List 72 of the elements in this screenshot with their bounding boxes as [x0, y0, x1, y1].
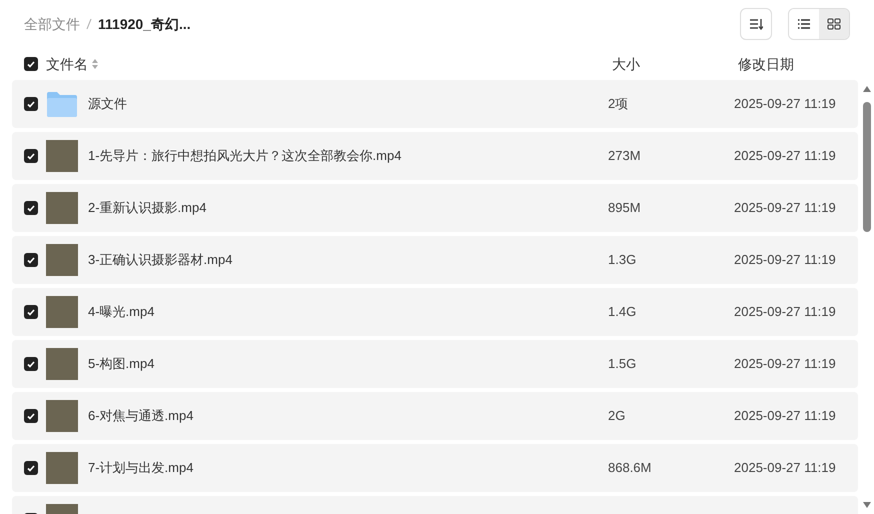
file-row[interactable]: 4-曝光.mp4 1.4G 2025-09-27 11:19 — [12, 288, 858, 336]
modified-date: 2025-09-27 11:19 — [734, 355, 836, 374]
video-thumbnail — [46, 452, 78, 484]
file-size: 273M — [608, 147, 641, 166]
file-size: 2项 — [608, 95, 628, 114]
video-thumbnail — [46, 140, 78, 172]
checkbox[interactable] — [24, 201, 38, 215]
video-thumbnail — [46, 400, 78, 432]
modified-date: 2025-09-27 11:19 — [734, 95, 836, 114]
modified-date: 2025-09-27 11:19 — [734, 303, 836, 322]
checkbox[interactable] — [24, 149, 38, 163]
video-thumbnail — [46, 192, 78, 224]
video-thumbnail — [46, 296, 78, 328]
grid-view-icon — [827, 18, 841, 30]
column-header[interactable]: 文件名 — [46, 54, 88, 74]
sort-button[interactable] — [740, 8, 772, 40]
file-name[interactable]: 3-正确认识摄影器材.mp4 — [88, 250, 232, 270]
video-thumbnail — [46, 348, 78, 380]
checkmark-icon — [27, 464, 35, 472]
modified-date: 2025-09-27 11:19 — [734, 147, 836, 166]
folder-icon — [46, 90, 78, 118]
file-row[interactable]: 6-对焦与通透.mp4 2G 2025-09-27 11:19 — [12, 392, 858, 440]
breadcrumb-separator-icon — [86, 18, 92, 30]
file-row[interactable]: 源文件 2项 2025-09-27 11:19 — [12, 80, 858, 128]
checkbox[interactable] — [24, 253, 38, 267]
modified-date: 2025-09-27 11:19 — [734, 199, 836, 218]
file-name[interactable]: 1-先导片：旅行中想拍风光大片？这次全部教会你.mp4 — [88, 146, 402, 166]
scrollbar-thumb[interactable] — [863, 102, 871, 232]
checkmark-icon — [27, 152, 35, 160]
file-name[interactable]: 源文件 — [88, 94, 127, 114]
file-row[interactable]: 7-计划与出发.mp4 868.6M 2025-09-27 11:19 — [12, 444, 858, 492]
column-header: 修改日期 — [738, 54, 794, 74]
modified-date: 2025-09-27 11:19 — [734, 251, 836, 270]
file-size: 2G — [608, 407, 626, 426]
file-row[interactable]: 1-先导片：旅行中想拍风光大片？这次全部教会你.mp4 273M 2025-09-27 11:19 — [12, 132, 858, 180]
checkmark-icon — [27, 412, 35, 420]
file-size: 1.5G — [608, 355, 636, 374]
modified-date: 2025-09-27 11:19 — [734, 459, 836, 478]
checkbox[interactable] — [24, 357, 38, 371]
checkmark-icon — [27, 360, 35, 368]
file-size: 1.4G — [608, 303, 636, 322]
checkmark-icon — [27, 308, 35, 316]
grid-view-button[interactable] — [819, 9, 849, 39]
file-size: 895M — [608, 199, 641, 218]
file-name[interactable]: 6-对焦与通透.mp4 — [88, 406, 194, 426]
file-name[interactable]: 2-重新认识摄影.mp4 — [88, 198, 206, 218]
file-row[interactable]: 3-正确认识摄影器材.mp4 1.3G 2025-09-27 11:19 — [12, 236, 858, 284]
file-name[interactable]: 7-计划与出发.mp4 — [88, 458, 194, 478]
checkbox[interactable] — [24, 57, 38, 71]
checkbox[interactable] — [24, 305, 38, 319]
checkmark-icon — [27, 204, 35, 212]
file-name[interactable]: 4-曝光.mp4 — [88, 302, 154, 322]
file-size: 868.6M — [608, 459, 652, 478]
checkbox[interactable] — [24, 409, 38, 423]
breadcrumb-link[interactable]: 全部文件 — [24, 14, 80, 34]
column-header: 大小 — [612, 54, 640, 74]
file-row[interactable]: 5-构图.mp4 1.5G 2025-09-27 11:19 — [12, 340, 858, 388]
checkmark-icon — [27, 100, 35, 108]
checkmark-icon — [27, 256, 35, 264]
checkbox[interactable] — [24, 97, 38, 111]
file-row[interactable]: 2-重新认识摄影.mp4 895M 2025-09-27 11:19 — [12, 184, 858, 232]
checkbox[interactable] — [24, 461, 38, 475]
sort-icon — [749, 18, 763, 30]
file-name[interactable]: 5-构图.mp4 — [88, 354, 154, 374]
scroll-down-icon — [863, 502, 871, 508]
list-view-icon — [797, 18, 811, 30]
checkmark-icon — [27, 60, 35, 68]
scroll-up-icon — [863, 86, 871, 92]
breadcrumb-current: 111920_奇幻... — [98, 14, 191, 34]
video-thumbnail — [46, 244, 78, 276]
modified-date: 2025-09-27 11:19 — [734, 407, 836, 426]
file-size: 1.3G — [608, 251, 636, 270]
